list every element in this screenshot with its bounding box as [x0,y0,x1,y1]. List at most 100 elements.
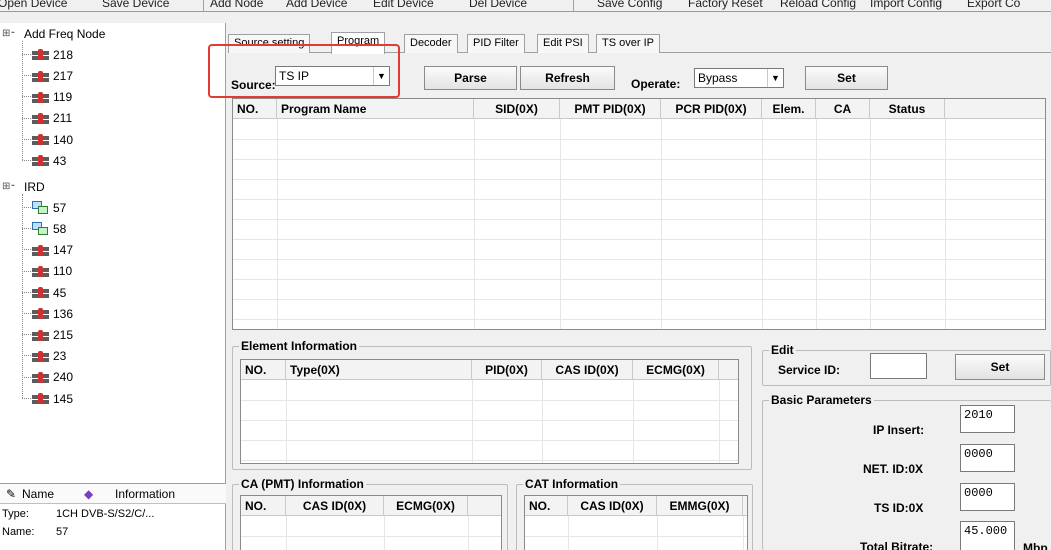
tree-node[interactable]: 45 [32,283,66,301]
ca-pmt-table[interactable]: NO. CAS ID(0X) ECMG(0X) [240,495,502,550]
col-ca[interactable]: CA [816,99,870,119]
tree-node[interactable]: 145 [32,389,73,407]
col-cas-id[interactable]: CAS ID(0X) [568,496,657,516]
info-value-name: 57 [56,526,69,538]
tree-node[interactable]: 217 [32,66,73,84]
toolbar: Open Device Save Device Add Node Add Dev… [0,0,1051,12]
tab-ts-over-ip[interactable]: TS over IP [596,34,660,53]
del-device-button[interactable]: Del Device [469,0,527,11]
export-config-button[interactable]: Export Co [967,0,1020,11]
reload-config-button[interactable]: Reload Config [780,0,856,11]
tree-connector [22,75,31,77]
information-column-header[interactable]: Information [115,487,175,501]
tree-node[interactable]: 136 [32,304,73,322]
tree-root-ird[interactable]: ⊞⁃ IRD [2,177,45,195]
col-type[interactable]: Type(0X) [286,360,472,380]
device-icon [32,308,49,320]
tree-connector [22,194,23,398]
col-status[interactable]: Status [870,99,945,119]
info-row-type: Type: 1CH DVB-S/S2/C/... [2,508,154,520]
net-id-input[interactable]: 0000 [960,444,1015,472]
refresh-button[interactable]: Refresh [520,66,615,90]
col-emmg[interactable]: EMMG(0X) [657,496,743,516]
col-cas-id[interactable]: CAS ID(0X) [286,496,384,516]
tree-node-label: 240 [53,370,74,385]
import-config-button[interactable]: Import Config [870,0,942,11]
cat-info-group: CAT Information NO. CAS ID(0X) EMMG(0X) [516,477,753,550]
device-icon [32,329,49,341]
toolbar-separator [573,0,574,11]
tree-node[interactable]: 23 [32,346,66,364]
tree-node[interactable]: 119 [32,87,72,105]
col-ecmg[interactable]: ECMG(0X) [384,496,468,516]
tree-node[interactable]: 58 [32,219,66,237]
info-key-name: Name: [2,526,35,538]
col-pmt-pid[interactable]: PMT PID(0X) [560,99,661,119]
tree-node[interactable]: 140 [32,130,73,148]
tree-node[interactable]: 147 [32,240,73,258]
cat-info-table[interactable]: NO. CAS ID(0X) EMMG(0X) [524,495,748,550]
edit-group: Edit Service ID: Set [762,343,1051,386]
ip-insert-input[interactable]: 2010 [960,405,1015,433]
ts-id-input[interactable]: 0000 [960,483,1015,511]
device-icon [32,244,49,256]
tree-node-label: 23 [53,349,67,364]
tree-node-label: 119 [53,90,73,105]
total-bitrate-input[interactable]: 45.000 [960,521,1015,550]
col-program-name[interactable]: Program Name [277,99,474,119]
tree-root-freq[interactable]: ⊞⁃ Add Freq Node [2,24,105,42]
factory-reset-button[interactable]: Factory Reset [688,0,763,11]
add-node-button[interactable]: Add Node [210,0,263,11]
col-no[interactable]: NO. [241,496,286,516]
tree-node[interactable]: 57 [32,198,66,216]
tree-node-label: 136 [53,306,74,321]
ird-device-icon [32,200,49,215]
tree-connector [22,355,31,357]
col-pid[interactable]: PID(0X) [472,360,542,380]
edit-device-button[interactable]: Edit Device [373,0,434,11]
tree-node[interactable]: 215 [32,325,73,343]
tree-node[interactable]: 43 [32,151,66,169]
info-value-type: 1CH DVB-S/S2/C/... [56,508,155,520]
col-cas-id[interactable]: CAS ID(0X) [542,360,633,380]
device-icon [32,91,49,103]
main-panel: Source setting Program Decoder PID Filte… [228,23,1051,550]
service-id-input[interactable] [870,353,927,379]
tree-connector [22,270,31,272]
save-device-button[interactable]: Save Device [102,0,169,11]
tree-node[interactable]: 211 [32,109,72,127]
tree-node[interactable]: 110 [32,262,72,280]
tree-node[interactable]: 218 [32,45,73,63]
col-no[interactable]: NO. [525,496,568,516]
name-column-header[interactable]: Name [22,487,54,501]
operate-select[interactable]: Bypass ▼ [694,68,784,88]
tree-node[interactable]: 240 [32,368,73,386]
chevron-down-icon: ▼ [767,69,783,87]
ca-pmt-title: CA (PMT) Information [239,477,366,491]
program-table[interactable]: NO. Program Name SID(0X) PMT PID(0X) PCR… [232,98,1046,330]
ca-pmt-group: CA (PMT) Information NO. CAS ID(0X) ECMG… [232,477,508,550]
save-config-button[interactable]: Save Config [597,0,662,11]
col-sid[interactable]: SID(0X) [474,99,560,119]
tab-pid-filter[interactable]: PID Filter [467,34,525,53]
set-operate-button[interactable]: Set [805,66,888,90]
tree-node-label: 43 [53,153,67,168]
col-pcr-pid[interactable]: PCR PID(0X) [661,99,762,119]
tab-decoder[interactable]: Decoder [404,34,458,53]
ird-device-icon [32,222,49,236]
ip-insert-label: IP Insert: [873,423,925,437]
col-elem[interactable]: Elem. [762,99,816,119]
open-device-button[interactable]: Open Device [0,0,67,11]
tree-node-label: 211 [53,111,73,126]
device-icon [32,265,49,277]
col-ecmg[interactable]: ECMG(0X) [633,360,719,380]
col-no[interactable]: NO. [233,99,277,119]
add-device-button[interactable]: Add Device [286,0,347,11]
set-service-id-button[interactable]: Set [955,354,1045,380]
ca-pmt-table-header: NO. CAS ID(0X) ECMG(0X) [241,496,501,516]
col-no[interactable]: NO. [241,360,286,380]
element-info-table[interactable]: NO. Type(0X) PID(0X) CAS ID(0X) ECMG(0X) [240,359,739,464]
tab-edit-psi[interactable]: Edit PSI [537,34,589,53]
basic-params-title: Basic Parameters [769,393,874,407]
parse-button[interactable]: Parse [424,66,517,90]
